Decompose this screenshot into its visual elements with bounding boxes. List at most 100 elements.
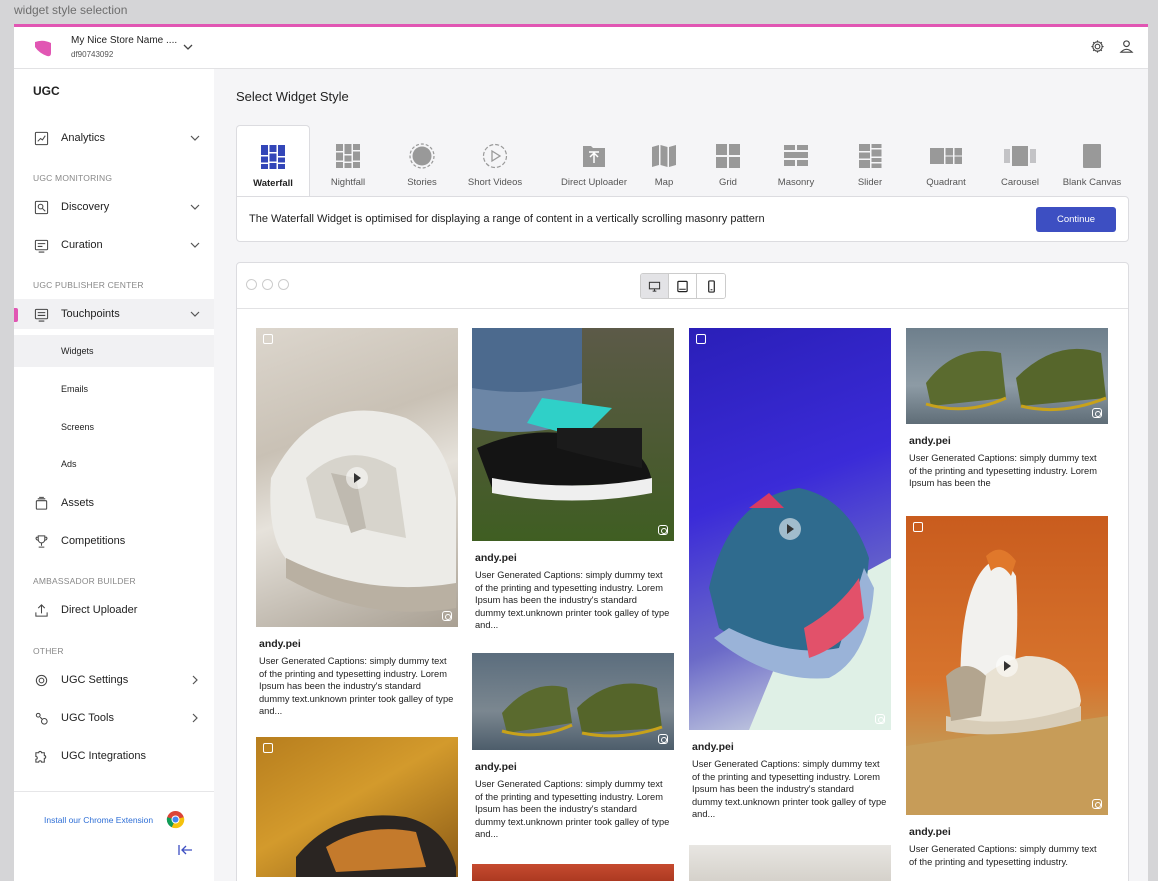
card-caption: User Generated Captions: simply dummy te… xyxy=(692,759,887,820)
style-tab-label: Direct Uploader xyxy=(561,177,627,188)
widget-style-selector: Waterfall Nightfall Stories Short Videos… xyxy=(236,125,1129,197)
sneaker-illustration xyxy=(501,683,663,738)
style-tab-slider[interactable]: Slider xyxy=(850,125,890,197)
play-icon[interactable] xyxy=(779,518,801,540)
quadrant-icon xyxy=(930,148,962,164)
waterfall-icon xyxy=(261,145,285,169)
ugc-card[interactable]: andy.pei User Generated Captions: simply… xyxy=(906,516,1108,881)
short-videos-icon xyxy=(482,143,508,169)
style-tab-carousel[interactable]: Carousel xyxy=(996,125,1044,197)
style-tab-nightfall[interactable]: Nightfall xyxy=(320,125,376,197)
chevron-down-icon[interactable] xyxy=(182,41,194,53)
assets-icon xyxy=(35,496,48,510)
sidebar-subitem-ads[interactable]: Ads xyxy=(14,448,214,480)
card-caption: User Generated Captions: simply dummy te… xyxy=(909,453,1097,489)
style-tab-waterfall[interactable]: Waterfall xyxy=(236,125,310,197)
play-icon[interactable] xyxy=(996,655,1018,677)
play-icon[interactable] xyxy=(346,467,368,489)
user-icon[interactable] xyxy=(1119,39,1134,54)
sidebar-item-ugc-settings[interactable]: UGC Settings xyxy=(14,665,214,695)
ugc-card[interactable] xyxy=(472,864,674,881)
ugc-image-sneaker-splash xyxy=(906,328,1108,424)
instagram-icon xyxy=(658,525,668,535)
style-tab-quadrant[interactable]: Quadrant xyxy=(920,125,972,197)
store-switcher[interactable]: My Nice Store Name .... df90743092 xyxy=(71,35,177,59)
page-title: Select Widget Style xyxy=(236,89,349,104)
reel-icon xyxy=(913,522,923,532)
card-username: andy.pei xyxy=(909,826,951,838)
style-tab-label: Blank Canvas xyxy=(1062,177,1122,188)
section-label-ambassador: AMBASSADOR BUILDER xyxy=(33,576,136,586)
chevron-right-icon xyxy=(192,713,198,723)
sidebar-item-ugc-tools[interactable]: UGC Tools xyxy=(14,703,214,733)
style-tab-label: Grid xyxy=(719,177,737,188)
sidebar: UGC Analytics UGC MONITORING Discovery C… xyxy=(14,69,214,881)
desktop-icon[interactable] xyxy=(641,274,669,298)
chart-icon xyxy=(34,131,49,145)
sidebar-item-curation[interactable]: Curation xyxy=(14,230,214,260)
ugc-card[interactable]: andy.pei User Generated Captions: simply… xyxy=(256,328,458,728)
style-tab-label: Waterfall xyxy=(253,178,293,189)
gear-icon[interactable] xyxy=(1090,39,1105,54)
ugc-card[interactable]: andy.pei User Generated Captions: simply… xyxy=(472,653,674,851)
sidebar-item-touchpoints[interactable]: Touchpoints xyxy=(14,299,214,329)
waterfall-grid: andy.pei User Generated Captions: simply… xyxy=(256,328,1116,881)
style-tab-map[interactable]: Map xyxy=(644,125,684,197)
mobile-icon[interactable] xyxy=(697,274,725,298)
style-tab-masonry[interactable]: Masonry xyxy=(772,125,820,197)
sidebar-item-label: UGC Settings xyxy=(61,674,129,686)
sidebar-subitem-screens[interactable]: Screens xyxy=(14,411,214,443)
sneaker-illustration xyxy=(472,328,652,501)
ugc-image-sneaker-wings xyxy=(472,328,674,541)
sneaker-illustration xyxy=(925,348,1107,412)
ugc-card[interactable] xyxy=(256,737,458,877)
window-dot xyxy=(262,279,273,290)
reel-icon xyxy=(263,334,273,344)
style-tab-short-videos[interactable]: Short Videos xyxy=(462,125,528,197)
card-username: andy.pei xyxy=(475,761,517,773)
sidebar-item-assets[interactable]: Assets xyxy=(14,488,214,518)
tools-icon xyxy=(35,712,48,725)
card-caption: User Generated Captions: simply dummy te… xyxy=(475,570,670,631)
stories-icon xyxy=(409,143,435,169)
sidebar-item-discovery[interactable]: Discovery xyxy=(14,192,214,222)
style-description: The Waterfall Widget is optimised for di… xyxy=(249,213,765,225)
style-tab-grid[interactable]: Grid xyxy=(708,125,748,197)
style-tab-blank-canvas[interactable]: Blank Canvas xyxy=(1060,125,1124,197)
ugc-card[interactable]: andy.pei User Generated Captions: simply… xyxy=(689,328,891,831)
sidebar-subitem-widgets[interactable]: Widgets xyxy=(14,335,214,367)
sidebar-item-direct-uploader[interactable]: Direct Uploader xyxy=(14,595,214,625)
style-tab-stories[interactable]: Stories xyxy=(394,125,450,197)
gear-icon xyxy=(35,674,48,686)
divider xyxy=(14,791,214,792)
sidebar-item-ugc-integrations[interactable]: UGC Integrations xyxy=(14,741,214,771)
ugc-card[interactable] xyxy=(689,845,891,881)
continue-button[interactable]: Continue xyxy=(1036,207,1116,232)
store-name: My Nice Store Name .... xyxy=(71,35,178,46)
sidebar-item-analytics[interactable]: Analytics xyxy=(14,123,214,153)
style-tab-label: Quadrant xyxy=(926,177,966,188)
reel-icon xyxy=(696,334,706,344)
ugc-card[interactable]: andy.pei User Generated Captions: simply… xyxy=(906,328,1108,504)
trophy-icon xyxy=(35,534,48,548)
sidebar-item-label: Touchpoints xyxy=(61,308,120,320)
style-tab-label: Masonry xyxy=(777,177,815,188)
puzzle-icon xyxy=(35,750,47,763)
touchpoints-icon xyxy=(34,308,49,322)
style-tab-direct-uploader[interactable]: Direct Uploader xyxy=(542,125,646,197)
card-caption: User Generated Captions: simply dummy te… xyxy=(259,656,454,717)
chevron-down-icon xyxy=(190,135,200,141)
sidebar-item-competitions[interactable]: Competitions xyxy=(14,526,214,556)
tablet-icon[interactable] xyxy=(669,274,697,298)
ugc-card[interactable]: andy.pei User Generated Captions: simply… xyxy=(472,328,674,640)
sidebar-subitem-emails[interactable]: Emails xyxy=(14,373,214,405)
top-bar: My Nice Store Name .... df90743092 xyxy=(14,27,1148,69)
chrome-extension-link[interactable]: Install our Chrome Extension xyxy=(44,815,153,825)
collapse-sidebar-icon[interactable] xyxy=(178,844,194,856)
sidebar-item-label: Discovery xyxy=(61,201,110,213)
upload-icon xyxy=(583,146,605,167)
map-icon xyxy=(652,145,676,167)
chrome-icon[interactable] xyxy=(166,810,185,829)
ugc-image-sneaker-white xyxy=(256,328,458,627)
app-window: My Nice Store Name .... df90743092 UGC A… xyxy=(14,24,1148,881)
